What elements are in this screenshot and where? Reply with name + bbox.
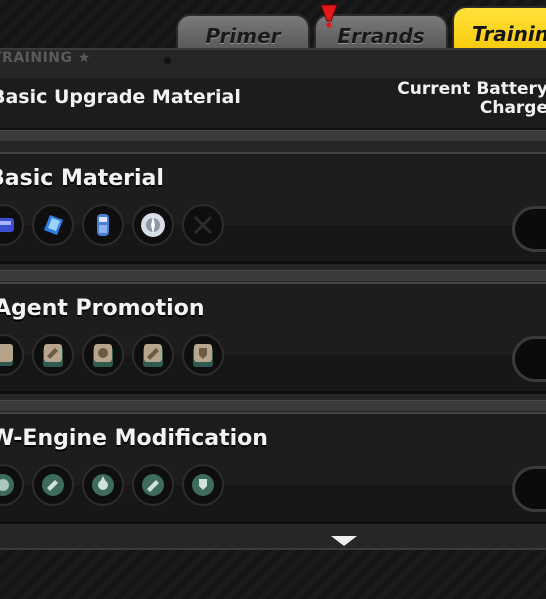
battery-label-line1: Current Battery xyxy=(397,79,546,99)
tab-primer-label: Primer xyxy=(205,24,281,48)
hammer-gear-icon xyxy=(32,464,74,506)
disc-icon xyxy=(132,204,174,246)
battery-charge-label: Current Battery Charge xyxy=(397,80,546,118)
tab-errands-label: Errands xyxy=(337,24,425,48)
card-w-engine-modification[interactable]: W-Engine Modification xyxy=(0,412,546,524)
card-basic-material[interactable]: Basic Material xyxy=(0,152,546,264)
page-title: Basic Upgrade Material xyxy=(0,86,241,108)
card-title: Agent Promotion xyxy=(0,296,205,321)
radiation-gear-icon xyxy=(82,464,124,506)
divider xyxy=(0,130,546,141)
bullet-chip-icon xyxy=(132,334,174,376)
bullet-gear-icon xyxy=(132,464,174,506)
hammer-chip-icon xyxy=(32,334,74,376)
breadcrumb-dot xyxy=(164,57,171,64)
breadcrumb: TRAINING ★ xyxy=(0,50,91,66)
divider xyxy=(0,270,546,281)
battery-cell-icon xyxy=(82,204,124,246)
radiation-chip-icon xyxy=(82,334,124,376)
tab-training-label: Training xyxy=(472,22,546,46)
divider xyxy=(0,400,546,411)
alert-icon xyxy=(320,4,338,28)
shield-gear-icon xyxy=(182,464,224,506)
battery-label-line2: Charge xyxy=(479,98,546,118)
bottom-bar xyxy=(0,548,546,599)
card-title: Basic Material xyxy=(0,166,164,191)
shield-chip-icon xyxy=(182,334,224,376)
data-chip-icon xyxy=(32,204,74,246)
crossed-slot-icon xyxy=(182,204,224,246)
scroll-down-icon[interactable] xyxy=(331,536,357,546)
card-agent-promotion[interactable]: Agent Promotion xyxy=(0,282,546,394)
card-title: W-Engine Modification xyxy=(0,426,268,451)
